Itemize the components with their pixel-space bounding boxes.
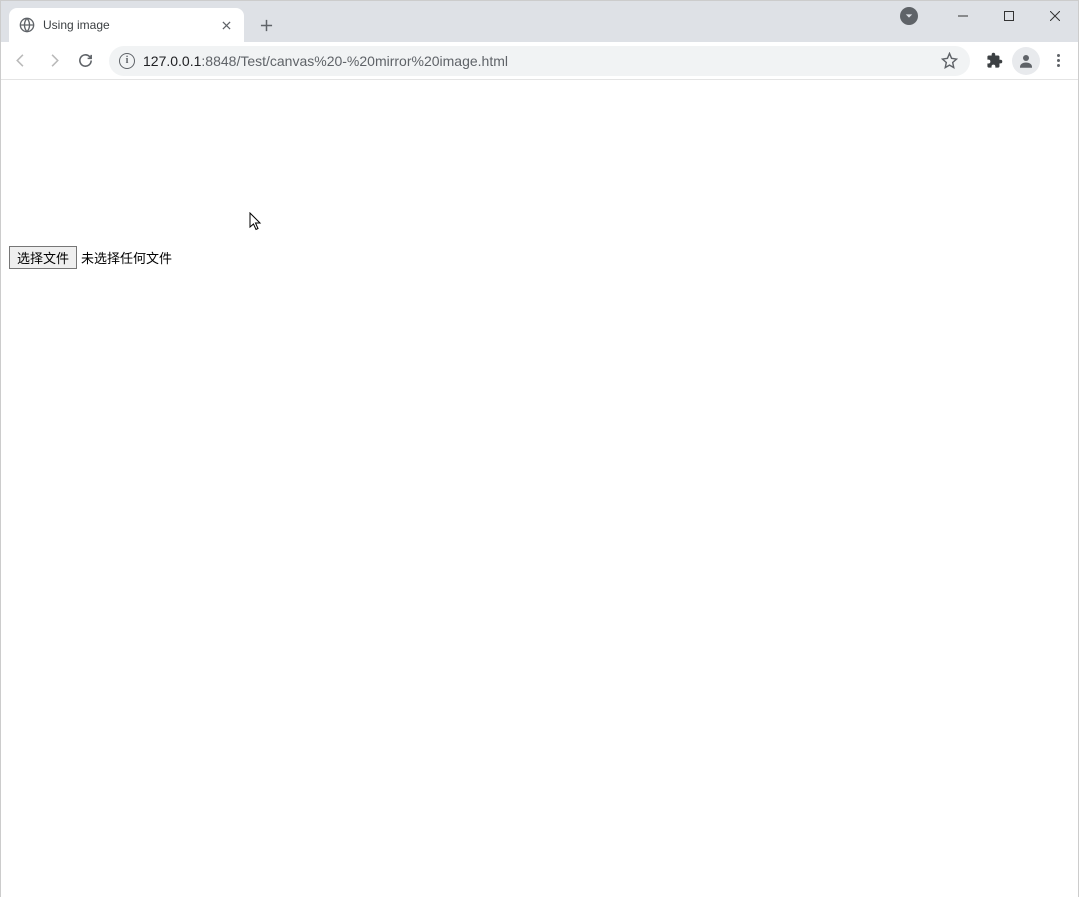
- tab-close-icon[interactable]: [218, 17, 234, 33]
- nav-back-button[interactable]: [7, 47, 35, 75]
- globe-icon: [19, 17, 35, 33]
- extensions-icon[interactable]: [980, 47, 1008, 75]
- window-maximize-button[interactable]: [986, 1, 1032, 31]
- address-bar[interactable]: i 127.0.0.1:8848/Test/canvas%20-%20mirro…: [109, 46, 970, 76]
- window-close-button[interactable]: [1032, 1, 1078, 31]
- browser-tab-active[interactable]: Using image: [9, 8, 244, 42]
- browser-titlebar: Using image: [1, 1, 1078, 42]
- url-host: 127.0.0.1: [143, 53, 201, 69]
- nav-reload-button[interactable]: [71, 47, 99, 75]
- url-text: 127.0.0.1:8848/Test/canvas%20-%20mirror%…: [143, 53, 508, 69]
- file-input[interactable]: 选择文件 未选择任何文件: [9, 246, 1078, 269]
- browser-toolbar: i 127.0.0.1:8848/Test/canvas%20-%20mirro…: [1, 42, 1078, 80]
- file-status-text: 未选择任何文件: [81, 248, 172, 267]
- url-port: :8848: [201, 53, 236, 69]
- bookmark-star-icon[interactable]: [941, 52, 958, 69]
- page-viewport: 选择文件 未选择任何文件: [1, 88, 1078, 904]
- browser-menu-button[interactable]: [1044, 47, 1072, 75]
- profile-avatar-button[interactable]: [1012, 47, 1040, 75]
- choose-file-button[interactable]: 选择文件: [9, 246, 77, 269]
- url-path: /Test/canvas%20-%20mirror%20image.html: [236, 53, 508, 69]
- canvas-element: [9, 88, 309, 238]
- window-controls: [900, 1, 1078, 31]
- window-minimize-button[interactable]: [940, 1, 986, 31]
- nav-forward-button[interactable]: [39, 47, 67, 75]
- site-info-icon[interactable]: i: [119, 53, 135, 69]
- search-tabs-icon[interactable]: [900, 7, 918, 25]
- tab-title: Using image: [43, 18, 210, 32]
- new-tab-button[interactable]: [252, 11, 280, 39]
